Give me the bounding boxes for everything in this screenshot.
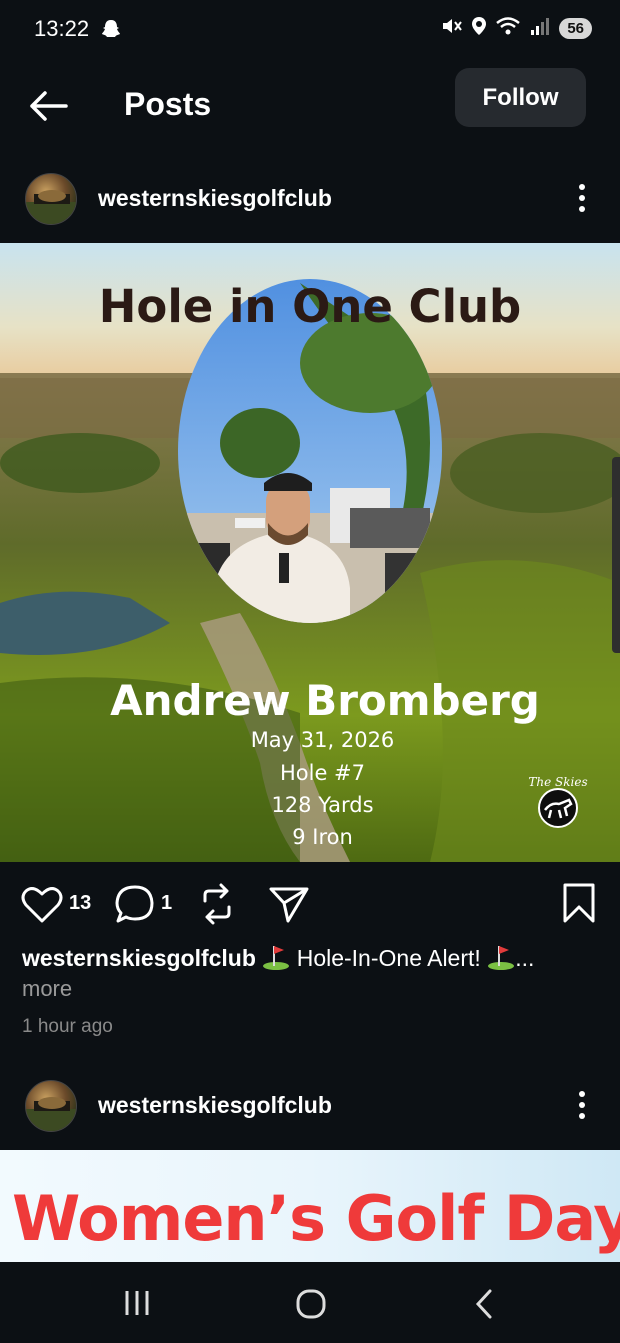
scroll-handle[interactable] [612,457,620,653]
post-timestamp: 1 hour ago [22,1016,113,1037]
mute-icon [441,16,463,41]
like-count[interactable]: 13 [69,892,91,915]
avatar[interactable] [25,1080,77,1132]
wifi-icon [495,16,521,41]
caption-more-link[interactable]: more [22,976,72,1002]
follow-button[interactable]: Follow [455,68,586,127]
location-icon [471,16,487,41]
page-title: Posts [124,86,212,122]
status-time: 13:22 [34,16,90,41]
post-username[interactable]: westernskiesgolfclub [98,185,332,212]
caption-ellipsis: ... [515,945,535,971]
post-actions: 13 1 [0,875,620,935]
status-icons: 56 [441,16,592,41]
top-app-bar: Posts Follow [0,64,620,144]
logo-text: The Skies [528,775,587,789]
back-arrow-icon[interactable] [26,84,70,128]
comment-icon[interactable] [114,883,158,930]
snapchat-notification-icon [100,18,122,45]
more-options-icon[interactable] [570,177,594,217]
golf-flag-icon [487,945,515,971]
post-header: westernskiesgolfclub [0,1070,620,1140]
post-username[interactable]: westernskiesgolfclub [98,1092,332,1119]
club-logo: The Skies [525,770,595,830]
bookmark-icon[interactable] [561,883,597,930]
post2-image-title: Women’s Golf Day [12,1182,620,1255]
home-icon[interactable] [295,1288,327,1325]
share-send-icon[interactable] [268,883,310,930]
caption-text: Hole-In-One Alert! [296,945,481,971]
image-date: May 31, 2026 [250,728,395,752]
image-title: Hole in One Club [98,280,522,333]
golf-flag-icon [262,945,290,971]
post-header: westernskiesgolfclub [0,163,620,233]
avatar[interactable] [25,173,77,225]
repost-icon[interactable] [197,883,237,930]
recent-apps-icon[interactable] [123,1288,151,1323]
system-back-icon[interactable] [472,1288,496,1325]
battery-indicator: 56 [559,18,592,39]
status-bar: 13:22 56 [0,0,620,60]
post-caption: westernskiesgolfclub Hole-In-One Alert! … [22,942,602,975]
caption-username[interactable]: westernskiesgolfclub [22,945,256,971]
image-name: Andrew Bromberg [110,676,540,725]
more-options-icon[interactable] [570,1084,594,1124]
system-nav-bar [0,1262,620,1343]
signal-icon [529,16,551,41]
comment-count[interactable]: 1 [161,892,172,915]
post-image[interactable]: Women’s Golf Day [0,1150,620,1262]
like-heart-icon[interactable] [20,883,64,930]
